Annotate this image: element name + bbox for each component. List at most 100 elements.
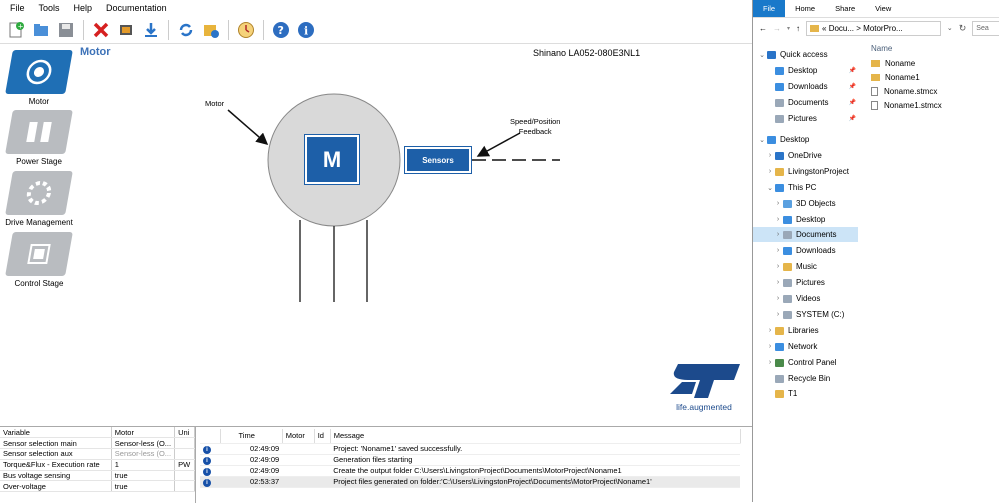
sidebar-item-system-c[interactable]: › SYSTEM (C:) <box>753 307 858 322</box>
chevron-down-icon[interactable]: ⌄ <box>765 184 775 192</box>
variable-value[interactable]: true <box>111 470 176 482</box>
variable-value[interactable]: true <box>111 480 176 493</box>
log-row[interactable]: i 02:49:09 Project: 'Noname1' saved succes… <box>200 443 741 455</box>
sidebar-item-quick-access[interactable]: ⌄ Quick access <box>753 47 858 62</box>
chevron-right-icon[interactable]: › <box>773 200 783 207</box>
sidebar-item-music[interactable]: › Music <box>753 259 858 274</box>
sidebar-item-power-stage[interactable]: Power Stage <box>0 110 78 166</box>
column-header[interactable]: Variable <box>0 427 112 439</box>
dropdown-chevron-icon[interactable]: ⌄ <box>947 24 953 32</box>
sidebar-item-videos[interactable]: › Videos <box>753 291 858 306</box>
tab-file[interactable]: File <box>753 0 786 17</box>
folder-gear-icon[interactable] <box>201 20 221 40</box>
chevron-right-icon[interactable]: › <box>765 168 775 175</box>
refresh-icon[interactable]: ↻ <box>959 23 967 34</box>
menu-tools[interactable]: Tools <box>39 3 60 13</box>
chevron-right-icon[interactable]: › <box>765 327 775 334</box>
variable-value[interactable]: Sensor-less (O... <box>111 437 176 450</box>
variable-value[interactable]: Sensor-less (O... <box>111 448 176 460</box>
delete-icon[interactable] <box>91 20 111 40</box>
sidebar-item-onedrive[interactable]: › OneDrive <box>753 148 858 163</box>
column-header[interactable] <box>200 429 221 444</box>
sidebar-item-pictures[interactable]: Pictures 📌 <box>753 111 858 126</box>
sidebar-item-recycle-bin[interactable]: Recycle Bin <box>753 371 858 386</box>
chevron-right-icon[interactable]: › <box>773 263 783 270</box>
sidebar-item-t1[interactable]: T1 <box>753 386 858 401</box>
open-icon[interactable] <box>31 20 51 40</box>
address-bar[interactable]: « Docu... > MotorPro... <box>806 20 941 36</box>
chevron-down-icon[interactable]: ⌄ <box>757 51 767 59</box>
table-row[interactable]: Torque&Flux - Execution rate 1 PW <box>0 459 195 471</box>
sidebar-item-network[interactable]: › Network <box>753 339 858 354</box>
log-row[interactable]: i 02:53:37 Project files generated on fold… <box>200 476 741 488</box>
menu-help[interactable]: Help <box>74 3 93 13</box>
chevron-down-icon[interactable]: ▾ <box>787 25 790 32</box>
back-icon[interactable]: ← <box>759 24 767 33</box>
log-row[interactable]: i 02:49:09 Generation files starting <box>200 454 741 466</box>
forward-icon[interactable]: → <box>773 24 781 33</box>
list-item[interactable]: Noname1.stmcx <box>867 98 997 112</box>
save-icon[interactable] <box>56 20 76 40</box>
sidebar-item-desktop[interactable]: Desktop 📌 <box>753 63 858 78</box>
sidebar-item-downloads[interactable]: Downloads 📌 <box>753 79 858 94</box>
variable-value[interactable]: 1 <box>111 459 176 471</box>
chevron-right-icon[interactable]: › <box>773 311 783 318</box>
sidebar-item-this-pc[interactable]: ⌄ This PC <box>753 180 858 195</box>
sidebar-item-control-panel[interactable]: › Control Panel <box>753 355 858 370</box>
log-row[interactable]: i 02:49:09 Create the output folder C:\Use… <box>200 465 741 477</box>
table-row[interactable]: Sensor selection aux Sensor-less (O... <box>0 448 195 460</box>
chevron-right-icon[interactable]: › <box>773 295 783 302</box>
sidebar-item-livingstonproject[interactable]: › LivingstonProject <box>753 164 858 179</box>
help-icon[interactable]: ? <box>271 20 291 40</box>
menu-documentation[interactable]: Documentation <box>106 3 167 13</box>
column-header[interactable]: Uni <box>174 427 195 439</box>
pin-icon[interactable]: 📌 <box>849 67 856 74</box>
list-item[interactable]: Noname1 <box>867 70 997 84</box>
table-row[interactable]: Over-voltage true <box>0 480 195 493</box>
chevron-down-icon[interactable]: ⌄ <box>757 136 767 144</box>
name-column-header[interactable]: Name <box>867 42 997 56</box>
chevron-right-icon[interactable]: › <box>765 359 775 366</box>
search-input[interactable]: Sea <box>972 20 999 36</box>
table-row[interactable]: Sensor selection main Sensor-less (O... <box>0 437 195 450</box>
pin-icon[interactable]: 📌 <box>849 115 856 122</box>
sidebar-item-desktop[interactable]: › Desktop <box>753 212 858 227</box>
refresh-icon[interactable] <box>176 20 196 40</box>
sidebar-item-libraries[interactable]: › Libraries <box>753 323 858 338</box>
sidebar-item-control-stage[interactable]: Control Stage <box>0 232 78 288</box>
chevron-right-icon[interactable]: › <box>773 216 783 223</box>
chevron-right-icon[interactable]: › <box>773 279 783 286</box>
tab-share[interactable]: Share <box>825 0 865 17</box>
pin-icon[interactable]: 📌 <box>849 99 856 106</box>
table-row[interactable]: Bus voltage sensing true <box>0 470 195 482</box>
tab-view[interactable]: View <box>865 0 901 17</box>
tab-home[interactable]: Home <box>785 0 825 17</box>
motor-block[interactable]: M <box>304 134 360 185</box>
build-icon[interactable] <box>116 20 136 40</box>
sensors-block[interactable]: Sensors <box>404 146 472 174</box>
sidebar-item-3d-objects[interactable]: › 3D Objects <box>753 196 858 211</box>
chevron-right-icon[interactable]: › <box>765 343 775 350</box>
column-header[interactable]: Motor <box>111 427 176 439</box>
column-header[interactable]: Id <box>314 429 331 444</box>
sidebar-item-documents[interactable]: Documents 📌 <box>753 95 858 110</box>
column-header[interactable]: Time <box>220 429 283 444</box>
chevron-right-icon[interactable]: › <box>765 152 775 159</box>
column-header[interactable]: Message <box>330 429 741 444</box>
up-icon[interactable]: ↑ <box>796 24 800 33</box>
sidebar-item-documents[interactable]: › Documents <box>753 227 858 242</box>
list-item[interactable]: Noname.stmcx <box>867 84 997 98</box>
new-project-icon[interactable]: + <box>6 20 26 40</box>
sidebar-item-desktop[interactable]: ⌄ Desktop <box>753 132 858 147</box>
chevron-right-icon[interactable]: › <box>773 247 783 254</box>
list-item[interactable]: Noname <box>867 56 997 70</box>
sidebar-item-pictures[interactable]: › Pictures <box>753 275 858 290</box>
column-header[interactable]: Motor <box>282 429 315 444</box>
sidebar-item-drive-management[interactable]: Drive Management <box>0 171 78 227</box>
menu-file[interactable]: File <box>10 3 25 13</box>
download-icon[interactable] <box>141 20 161 40</box>
info-icon[interactable]: i <box>296 20 316 40</box>
chevron-right-icon[interactable]: › <box>773 231 783 238</box>
sidebar-item-downloads[interactable]: › Downloads <box>753 243 858 258</box>
sidebar-item-motor[interactable]: Motor <box>0 50 78 106</box>
